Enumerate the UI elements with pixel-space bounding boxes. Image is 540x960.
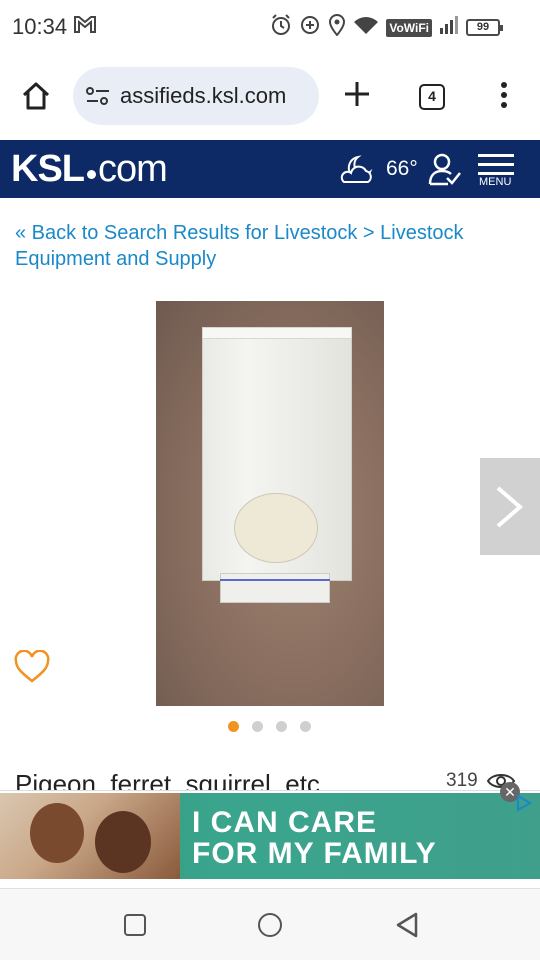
home-button[interactable] <box>20 80 52 112</box>
ad-line-1: I CAN CARE <box>192 806 378 839</box>
system-home-button[interactable] <box>258 913 282 937</box>
account-icon[interactable] <box>428 152 462 191</box>
signal-icon <box>439 16 459 39</box>
recent-apps-button[interactable] <box>124 914 146 936</box>
view-count-value: 319 <box>446 770 478 791</box>
new-tab-button[interactable] <box>343 80 371 108</box>
data-saver-icon <box>299 14 321 41</box>
status-time: 10:34 <box>12 14 68 39</box>
status-icons: VoWiFi 99 <box>270 14 503 41</box>
ad-line-2: FOR MY FAMILY <box>192 837 437 870</box>
listing-photo[interactable] <box>156 301 384 706</box>
alarm-icon <box>270 14 292 41</box>
gallery-dot[interactable] <box>300 721 311 732</box>
site-header: KSL com 66° MENU <box>0 140 540 198</box>
logo-suffix: com <box>98 148 168 190</box>
back-triangle-icon <box>396 912 418 938</box>
next-photo-button[interactable] <box>480 458 540 555</box>
gallery-dot[interactable] <box>276 721 287 732</box>
system-nav-bar <box>0 888 540 960</box>
heart-icon <box>14 649 50 683</box>
menu-label: MENU <box>479 176 512 188</box>
location-icon <box>328 14 346 41</box>
battery-indicator: 99 <box>466 19 503 36</box>
gallery-dot[interactable] <box>228 721 239 732</box>
gmail-icon <box>73 13 97 40</box>
gallery-dot[interactable] <box>252 721 263 732</box>
ad-headline: I CAN CARE FOR MY FAMILY <box>192 807 437 869</box>
breadcrumb: « Back to Search Results for Livestock >… <box>15 220 515 272</box>
photo-feeder-hole <box>234 493 318 563</box>
wifi-icon <box>353 15 379 40</box>
photo-feeder-top <box>202 327 352 339</box>
photo-feeder-line <box>220 579 330 581</box>
ksl-logo[interactable]: KSL com <box>11 148 168 191</box>
breadcrumb-separator: > <box>357 222 381 244</box>
logo-main: KSL <box>11 148 85 190</box>
ad-content[interactable]: I CAN CARE FOR MY FAMILY <box>0 793 540 879</box>
logo-dot <box>87 170 96 179</box>
overflow-menu-button[interactable] <box>496 82 512 112</box>
site-settings-icon[interactable] <box>85 86 111 111</box>
moon-cloud-icon <box>340 155 373 183</box>
gallery-indicator <box>228 721 311 732</box>
photo-feeder-base <box>220 573 330 603</box>
plus-icon <box>345 82 369 106</box>
address-bar[interactable]: assifieds.ksl.com <box>73 67 319 125</box>
adchoices-icon[interactable] <box>514 794 536 812</box>
chevron-right-icon <box>496 486 524 528</box>
temperature: 66° <box>386 157 418 180</box>
ad-banner[interactable]: I CAN CARE FOR MY FAMILY <box>0 790 540 886</box>
ad-photo-child <box>30 803 84 863</box>
weather-widget[interactable]: 66° <box>338 154 418 184</box>
status-bar: 10:34 VoWiFi 99 <box>0 0 540 56</box>
back-to-search-link[interactable]: « Back to Search Results for Livestock <box>15 222 357 244</box>
home-icon <box>22 82 50 110</box>
ad-photo <box>0 793 180 879</box>
browser-toolbar: assifieds.ksl.com 4 <box>0 56 540 140</box>
favorite-button[interactable] <box>14 649 50 684</box>
vowifi-badge: VoWiFi <box>386 18 432 37</box>
back-button[interactable] <box>395 912 419 943</box>
ad-photo-parent <box>95 811 151 873</box>
url-text[interactable]: assifieds.ksl.com <box>120 83 286 109</box>
tab-switcher-button[interactable]: 4 <box>419 84 445 110</box>
